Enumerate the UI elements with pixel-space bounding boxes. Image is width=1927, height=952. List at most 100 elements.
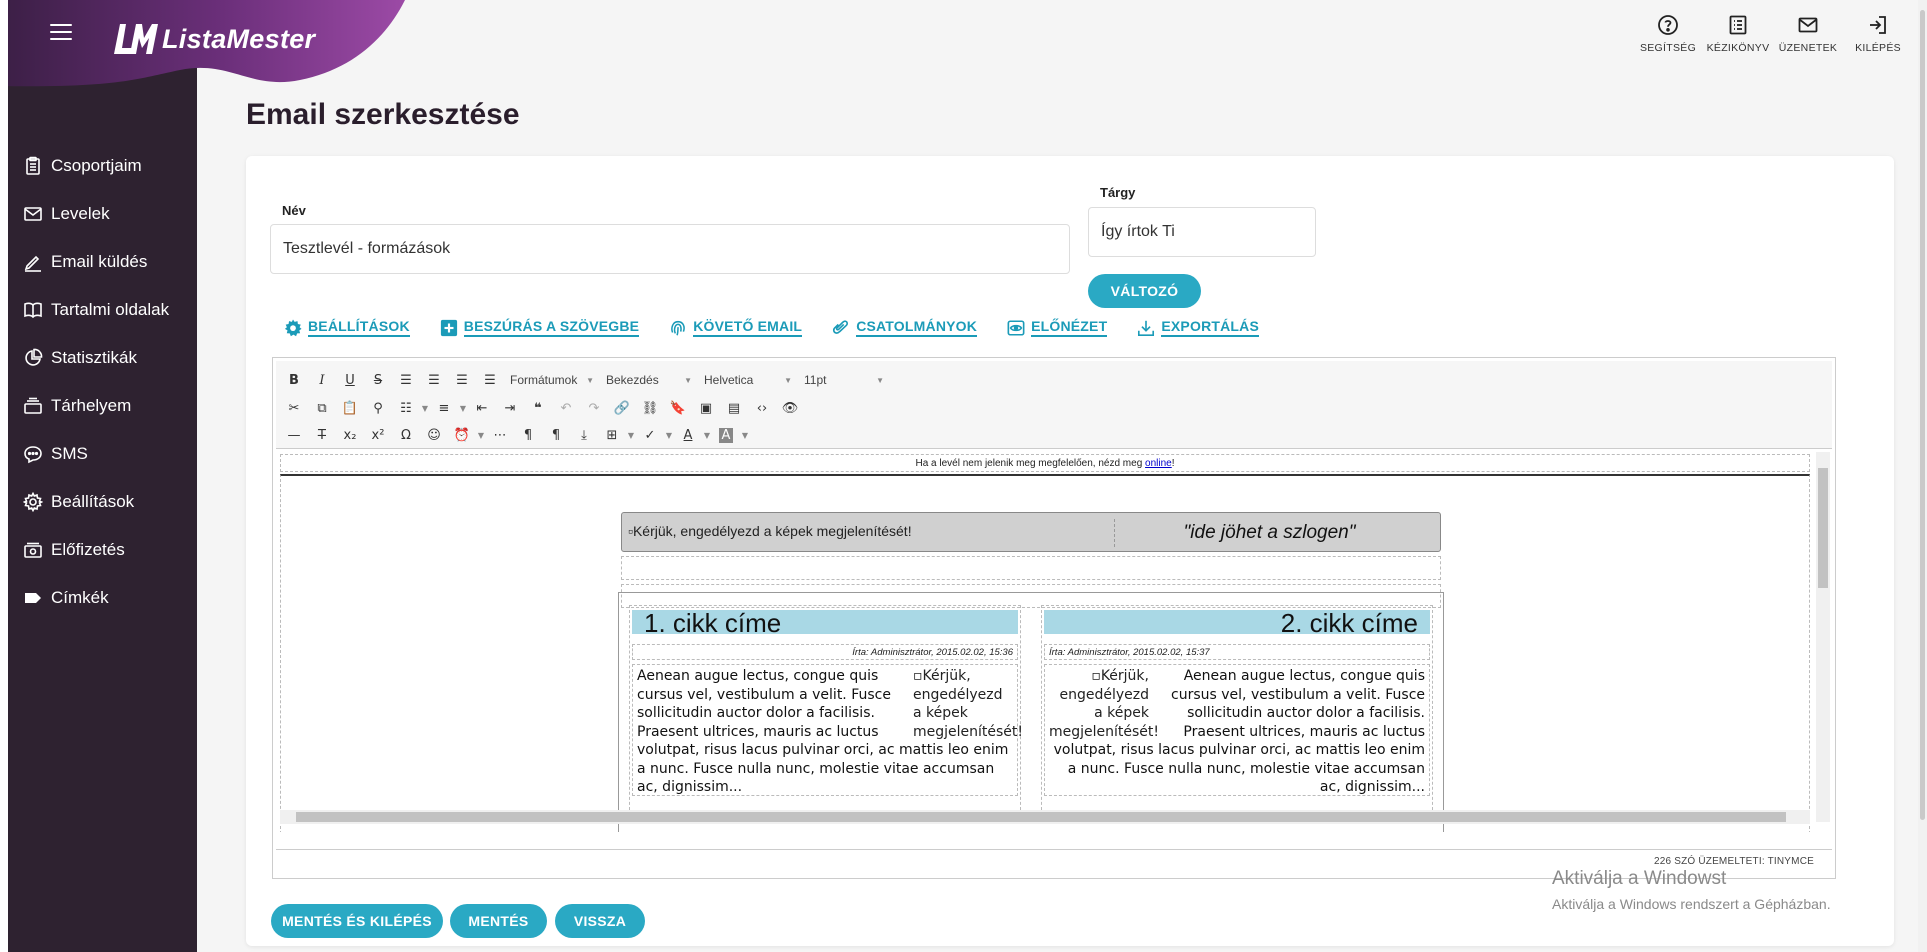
clear-formatting-icon[interactable]: T̶ — [308, 423, 336, 447]
preview-eye-icon[interactable]: 👁 — [776, 396, 804, 420]
tab-insert[interactable]: BESZÚRÁS A SZÖVEGBE — [440, 318, 640, 337]
tab-label: CSATOLMÁNYOK — [856, 318, 978, 337]
bold-button[interactable]: B — [280, 368, 308, 392]
formats-dropdown[interactable]: Formátumok ▼ — [504, 368, 600, 392]
tab-follow-up-email[interactable]: KÖVETŐ EMAIL — [669, 318, 803, 337]
subscript-icon[interactable]: x₂ — [336, 423, 364, 447]
chevron-down-icon[interactable]: ▼ — [664, 423, 674, 447]
envelope-icon — [1798, 17, 1818, 33]
undo-icon[interactable]: ↶ — [552, 396, 580, 420]
tab-preview[interactable]: ELŐNÉZET — [1007, 318, 1108, 337]
indent-icon[interactable]: ⇥ — [496, 396, 524, 420]
sidebar-item-statistics[interactable]: Statisztikák — [0, 334, 197, 382]
tab-settings[interactable]: BEÁLLÍTÁSOK — [284, 318, 410, 337]
superscript-icon[interactable]: x² — [364, 423, 392, 447]
copy-icon[interactable]: ⧉ — [308, 396, 336, 420]
paste-icon[interactable]: 📋 — [336, 396, 364, 420]
font-size-value: 11pt — [804, 373, 827, 387]
special-char-icon[interactable]: Ω — [392, 423, 420, 447]
messages-button[interactable]: ÜZENETEK — [1773, 14, 1843, 54]
chevron-down-icon[interactable]: ▼ — [476, 423, 486, 447]
scrollbar-thumb[interactable] — [1920, 10, 1925, 820]
article-title: 2. cikk címe — [1044, 610, 1430, 636]
spellcheck-icon[interactable]: ✓ — [636, 423, 664, 447]
redo-icon[interactable]: ↷ — [580, 396, 608, 420]
upload-icon[interactable]: ⤓ — [570, 423, 598, 447]
eye-icon — [1007, 319, 1025, 336]
article-image-alt: Kérjük, engedélyezd a képek megjelenítés… — [913, 668, 1024, 740]
envelope-icon — [22, 203, 44, 225]
horizontal-rule-icon[interactable]: — — [280, 423, 308, 447]
save-button[interactable]: MENTÉS — [450, 904, 547, 938]
tab-attachments[interactable]: CSATOLMÁNYOK — [832, 318, 978, 337]
code-icon[interactable]: ‹› — [748, 396, 776, 420]
align-center-icon[interactable]: ☰ — [420, 368, 448, 392]
sidebar-item-subscription[interactable]: Előfizetés — [0, 526, 197, 574]
link-icon[interactable]: 🔗 — [608, 396, 636, 420]
italic-button[interactable]: I — [308, 368, 336, 392]
datetime-icon[interactable]: ⏰ — [448, 423, 476, 447]
outdent-icon[interactable]: ⇤ — [468, 396, 496, 420]
align-left-icon[interactable]: ☰ — [392, 368, 420, 392]
table-icon[interactable]: ⊞ — [598, 423, 626, 447]
background-color-icon[interactable]: A — [712, 423, 740, 447]
scrollbar-thumb[interactable] — [1818, 468, 1828, 588]
block-dropdown[interactable]: Bekezdés ▼ — [600, 368, 698, 392]
sidebar-item-letters[interactable]: Levelek — [0, 190, 197, 238]
hamburger-menu-icon[interactable] — [50, 24, 72, 40]
bullet-list-icon[interactable]: ☷ — [392, 396, 420, 420]
sidebar-item-storage[interactable]: Tárhelyem — [0, 382, 197, 430]
name-input[interactable]: Tesztlevél - formázások — [270, 224, 1070, 274]
subject-input[interactable]: Így írtok Ti — [1088, 207, 1316, 257]
online-link[interactable]: online — [1145, 458, 1172, 469]
chevron-down-icon[interactable]: ▼ — [458, 396, 468, 420]
page-break-icon[interactable]: ⋯ — [486, 423, 514, 447]
notice-end: ! — [1171, 458, 1175, 469]
article-body: ▫Kérjük, engedélyezd a képek megjeleníté… — [632, 664, 1023, 796]
image-icon[interactable]: ▣ — [692, 396, 720, 420]
tab-export[interactable]: EXPORTÁLÁS — [1137, 318, 1260, 337]
font-family-dropdown[interactable]: Helvetica ▼ — [698, 368, 798, 392]
article-image-alt: Kérjük, engedélyezd a képek megjelenítés… — [1049, 668, 1160, 740]
chevron-down-icon[interactable]: ▼ — [740, 423, 750, 447]
manual-button[interactable]: KÉZIKÖNYV — [1703, 14, 1773, 54]
unlink-icon[interactable]: ⛓ — [636, 396, 664, 420]
sidebar-item-settings[interactable]: Beállítások — [0, 478, 197, 526]
back-button[interactable]: VISSZA — [555, 904, 645, 938]
sidebar-item-groups[interactable]: Csoportjaim — [0, 142, 197, 190]
sidebar-item-email-send[interactable]: Email küldés — [0, 238, 197, 286]
sidebar-item-tags[interactable]: Címkék — [0, 574, 197, 622]
align-justify-icon[interactable]: ☰ — [476, 368, 504, 392]
underline-button[interactable]: U — [336, 368, 364, 392]
editor-horizontal-scrollbar[interactable] — [280, 810, 1810, 824]
gear-icon — [22, 491, 44, 513]
align-right-icon[interactable]: ☰ — [448, 368, 476, 392]
editor-content-area[interactable]: Ha a levél nem jelenik meg megfelelően, … — [276, 450, 1832, 832]
text-color-icon[interactable]: A — [674, 423, 702, 447]
save-and-exit-button[interactable]: MENTÉS ÉS KILÉPÉS — [271, 904, 443, 938]
chevron-down-icon[interactable]: ▼ — [626, 423, 636, 447]
emoticon-icon[interactable]: ☺ — [420, 423, 448, 447]
variable-button[interactable]: VÁLTOZÓ — [1088, 274, 1201, 308]
editor-tabs: BEÁLLÍTÁSOK BESZÚRÁS A SZÖVEGBE KÖVETŐ E… — [284, 318, 1289, 337]
find-replace-icon[interactable]: ⚲ — [364, 396, 392, 420]
paragraph-ltr-icon[interactable]: ¶ — [514, 423, 542, 447]
cut-icon[interactable]: ✂ — [280, 396, 308, 420]
font-size-dropdown[interactable]: 11pt ▼ — [798, 368, 890, 392]
blockquote-icon[interactable]: ❝ — [524, 396, 552, 420]
paragraph-rtl-icon[interactable]: ¶ — [542, 423, 570, 447]
logout-button[interactable]: KILÉPÉS — [1843, 14, 1913, 54]
sidebar-item-sms[interactable]: SMS — [0, 430, 197, 478]
scrollbar-thumb[interactable] — [296, 812, 1786, 822]
editor-vertical-scrollbar[interactable] — [1816, 452, 1830, 822]
page-vertical-scrollbar[interactable] — [1918, 0, 1927, 952]
media-icon[interactable]: ▤ — [720, 396, 748, 420]
sidebar-item-label: Csoportjaim — [51, 156, 142, 175]
bookmark-icon[interactable]: 🔖 — [664, 396, 692, 420]
numbered-list-icon[interactable]: ≡ — [430, 396, 458, 420]
sidebar-item-content-pages[interactable]: Tartalmi oldalak — [0, 286, 197, 334]
help-button[interactable]: SEGÍTSÉG — [1633, 14, 1703, 54]
chevron-down-icon[interactable]: ▼ — [702, 423, 712, 447]
strikethrough-button[interactable]: S — [364, 368, 392, 392]
chevron-down-icon[interactable]: ▼ — [420, 396, 430, 420]
